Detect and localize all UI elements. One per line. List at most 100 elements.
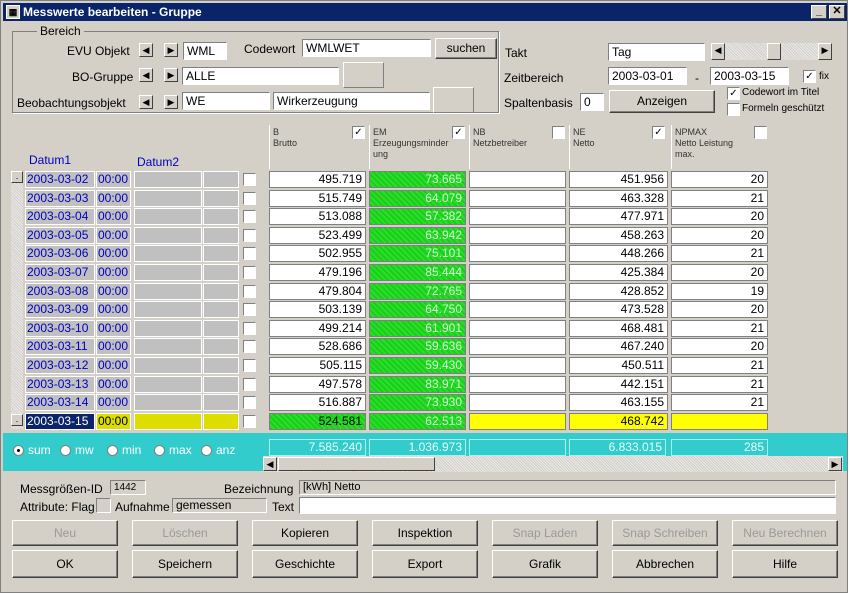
row-date2[interactable]	[134, 208, 202, 225]
beob-next-arrow-icon[interactable]: ▶	[164, 95, 178, 109]
cell-ne[interactable]: 463.155	[569, 394, 668, 411]
codewort-field[interactable]: WMLWET	[302, 39, 431, 57]
cell-npmax[interactable]: 20	[671, 171, 768, 188]
cell-brutto[interactable]: 516.887	[269, 394, 366, 411]
beob-field[interactable]: WE	[182, 92, 270, 110]
row-checkbox[interactable]	[243, 359, 256, 372]
row-checkbox[interactable]	[243, 192, 256, 205]
cell-npmax[interactable]: 20	[671, 338, 768, 355]
row-time2[interactable]	[203, 208, 239, 225]
button-export[interactable]: Export	[372, 550, 478, 578]
row-checkbox[interactable]	[243, 210, 256, 223]
cell-npmax[interactable]: 21	[671, 190, 768, 207]
row-time2[interactable]	[203, 394, 239, 411]
column-checkbox[interactable]: ✓	[452, 126, 465, 139]
row-date2[interactable]	[134, 301, 202, 318]
row-checkbox[interactable]	[243, 173, 256, 186]
button-speichern[interactable]: Speichern	[132, 550, 238, 578]
row-time[interactable]: 00:00	[96, 227, 131, 244]
row-time[interactable]: 00:00	[96, 357, 131, 374]
row-time[interactable]: 00:00	[96, 376, 131, 393]
cell-npmax[interactable]: 21	[671, 376, 768, 393]
row-date[interactable]: 2003-03-14	[25, 394, 95, 411]
row-checkbox[interactable]	[243, 247, 256, 260]
cell-brutto[interactable]: 479.804	[269, 283, 366, 300]
cell-brutto[interactable]: 515.749	[269, 190, 366, 207]
cell-em[interactable]: 72.765	[369, 283, 466, 300]
hscroll-thumb[interactable]	[278, 457, 435, 471]
button-snap-laden[interactable]: Snap Laden	[492, 520, 598, 546]
row-date[interactable]: 2003-03-08	[25, 283, 95, 300]
cell-em[interactable]: 73.930	[369, 394, 466, 411]
row-date2[interactable]	[134, 283, 202, 300]
row-checkbox[interactable]	[243, 340, 256, 353]
cell-ne[interactable]: 448.266	[569, 245, 668, 262]
row-date2[interactable]	[134, 394, 202, 411]
evu-prev-arrow-icon[interactable]: ◀	[139, 43, 153, 57]
cell-ne[interactable]: 477.971	[569, 208, 668, 225]
cell-ne[interactable]: 450.511	[569, 357, 668, 374]
cell-ne[interactable]: 468.742	[569, 413, 668, 430]
cell-em[interactable]: 62.513	[369, 413, 466, 430]
cell-brutto[interactable]: 497.578	[269, 376, 366, 393]
aggregate-radio[interactable]	[201, 445, 212, 456]
cell-nb[interactable]	[469, 394, 566, 411]
row-checkbox[interactable]	[243, 415, 256, 428]
column-checkbox[interactable]: ✓	[652, 126, 665, 139]
aggregate-radio[interactable]	[107, 445, 118, 456]
cell-nb[interactable]	[469, 301, 566, 318]
row-date[interactable]: 2003-03-09	[25, 301, 95, 318]
cell-ne[interactable]: 458.263	[569, 227, 668, 244]
close-button[interactable]: ✕	[829, 5, 845, 19]
button-inspektion[interactable]: Inspektion	[372, 520, 478, 546]
cell-nb[interactable]	[469, 190, 566, 207]
cell-em[interactable]: 57.382	[369, 208, 466, 225]
cell-npmax[interactable]	[671, 413, 768, 430]
zeit-from-field[interactable]: 2003-03-01	[608, 67, 687, 85]
row-time2[interactable]	[203, 301, 239, 318]
button-neu[interactable]: Neu	[12, 520, 118, 546]
button-ok[interactable]: OK	[12, 550, 118, 578]
row-time2[interactable]	[203, 190, 239, 207]
cell-em[interactable]: 85.444	[369, 264, 466, 281]
row-time2[interactable]	[203, 357, 239, 374]
row-time2[interactable]	[203, 264, 239, 281]
row-date[interactable]: 2003-03-11	[25, 338, 95, 355]
cell-ne[interactable]: 442.151	[569, 376, 668, 393]
button-geschichte[interactable]: Geschichte	[252, 550, 358, 578]
row-time[interactable]: 00:00	[96, 208, 131, 225]
row-time2[interactable]	[203, 376, 239, 393]
row-checkbox[interactable]	[243, 229, 256, 242]
button-abbrechen[interactable]: Abbrechen	[612, 550, 718, 578]
beob-prev-arrow-icon[interactable]: ◀	[139, 95, 153, 109]
row-date2[interactable]	[134, 376, 202, 393]
minimize-button[interactable]: _	[811, 5, 827, 19]
row-time2[interactable]	[203, 338, 239, 355]
scroll-down-icon[interactable]: ·	[11, 414, 23, 426]
row-checkbox[interactable]	[243, 378, 256, 391]
suchen-button[interactable]: suchen	[435, 38, 497, 59]
cell-brutto[interactable]: 499.214	[269, 320, 366, 337]
row-checkbox[interactable]	[243, 322, 256, 335]
cell-ne[interactable]: 425.384	[569, 264, 668, 281]
text-field[interactable]	[299, 497, 836, 514]
takt-right-arrow-icon[interactable]: ▶	[818, 43, 832, 60]
cell-npmax[interactable]: 20	[671, 227, 768, 244]
cell-npmax[interactable]: 20	[671, 301, 768, 318]
row-time[interactable]: 00:00	[96, 283, 131, 300]
row-checkbox[interactable]	[243, 266, 256, 279]
row-date2[interactable]	[134, 357, 202, 374]
aggregate-radio[interactable]	[60, 445, 71, 456]
cell-ne[interactable]: 468.481	[569, 320, 668, 337]
zeit-to-field[interactable]: 2003-03-15	[710, 67, 789, 85]
column-checkbox[interactable]	[552, 126, 565, 139]
cell-brutto[interactable]: 528.686	[269, 338, 366, 355]
cell-nb[interactable]	[469, 171, 566, 188]
takt-slider-thumb[interactable]	[767, 43, 781, 60]
bo-prev-arrow-icon[interactable]: ◀	[139, 68, 153, 82]
fix-checkbox[interactable]: ✓	[803, 70, 816, 83]
cell-brutto[interactable]: 513.088	[269, 208, 366, 225]
cell-ne[interactable]: 467.240	[569, 338, 668, 355]
cell-npmax[interactable]: 20	[671, 208, 768, 225]
row-date[interactable]: 2003-03-06	[25, 245, 95, 262]
